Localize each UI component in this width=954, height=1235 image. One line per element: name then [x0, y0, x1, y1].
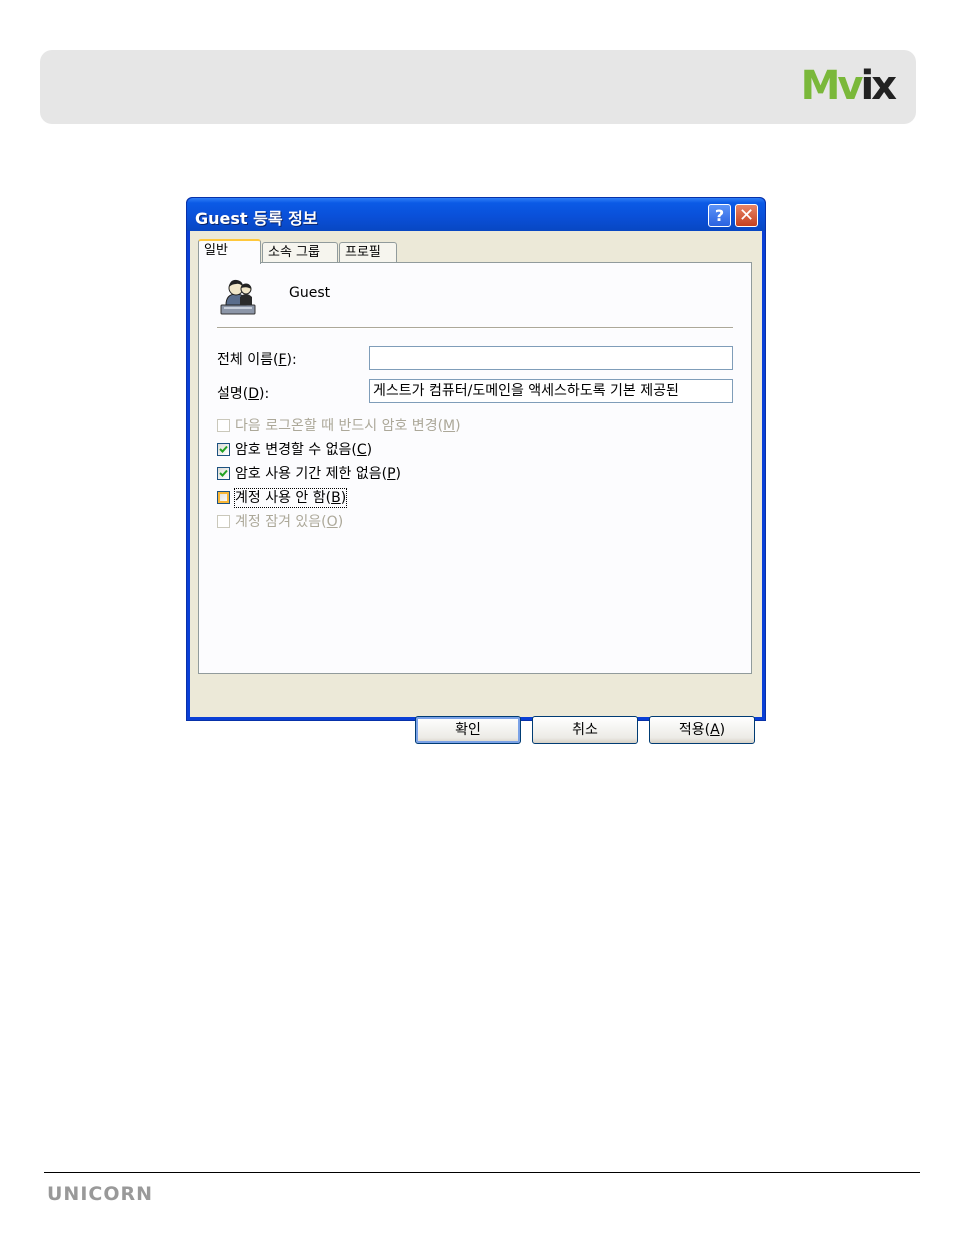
user-name: Guest — [289, 285, 331, 301]
unicorn-logo: UNICORN — [47, 1183, 154, 1205]
help-icon: ? — [714, 206, 725, 225]
checkbox-label: 계정 잠겨 있음(O) — [235, 514, 344, 530]
cancel-button[interactable]: 취소 — [532, 716, 638, 744]
full-name-input[interactable] — [369, 346, 733, 370]
tab-profile[interactable]: 프로필 — [339, 242, 397, 263]
guest-properties-dialog: Guest 등록 정보 ? ✕ 일반 소속 그룹 프로필 Guest 전체 이름… — [186, 197, 766, 744]
dialog-client-area: 일반 소속 그룹 프로필 Guest 전체 이름(F): 설명(D): 게스트가… — [190, 231, 762, 744]
tab-member-of[interactable]: 소속 그룹 — [262, 242, 338, 263]
apply-button[interactable]: 적용(A) — [649, 716, 755, 744]
dialog-title: Guest 등록 정보 — [195, 209, 318, 228]
checkbox-label: 다음 로그온할 때 반드시 암호 변경(M) — [235, 418, 461, 434]
checkbox-box[interactable] — [217, 491, 230, 504]
description-input[interactable]: 게스트가 컴퓨터/도메인을 액세스하도록 기본 제공된 — [369, 379, 733, 403]
checkbox-box[interactable] — [217, 467, 230, 480]
page-header-band: Mvix — [40, 50, 916, 124]
ok-button[interactable]: 확인 — [415, 716, 521, 744]
user-account-icon — [220, 279, 256, 315]
checkbox-box[interactable] — [217, 443, 230, 456]
general-tab-panel: Guest 전체 이름(F): 설명(D): 게스트가 컴퓨터/도메인을 액세스… — [198, 262, 752, 674]
checkmark-icon — [219, 469, 228, 477]
checkbox-box[interactable] — [217, 515, 230, 528]
mvix-logo: Mvix — [800, 63, 897, 109]
footer-rule — [44, 1172, 920, 1173]
close-button[interactable]: ✕ — [735, 204, 758, 227]
checkbox-label: 암호 변경할 수 없음(C) — [235, 442, 373, 458]
separator — [217, 327, 733, 329]
tab-general[interactable]: 일반 — [198, 239, 261, 264]
checkbox-label: 암호 사용 기간 제한 없음(P) — [235, 466, 401, 482]
checkmark-icon — [219, 445, 228, 453]
close-icon: ✕ — [738, 205, 755, 226]
checkbox-label: 계정 사용 안 함(B) — [233, 488, 348, 508]
title-bar[interactable]: Guest 등록 정보 ? ✕ — [187, 198, 765, 231]
help-button[interactable]: ? — [708, 204, 731, 227]
full-name-label: 전체 이름(F): — [217, 352, 297, 368]
description-label: 설명(D): — [217, 386, 270, 402]
checkbox-box[interactable] — [217, 419, 230, 432]
